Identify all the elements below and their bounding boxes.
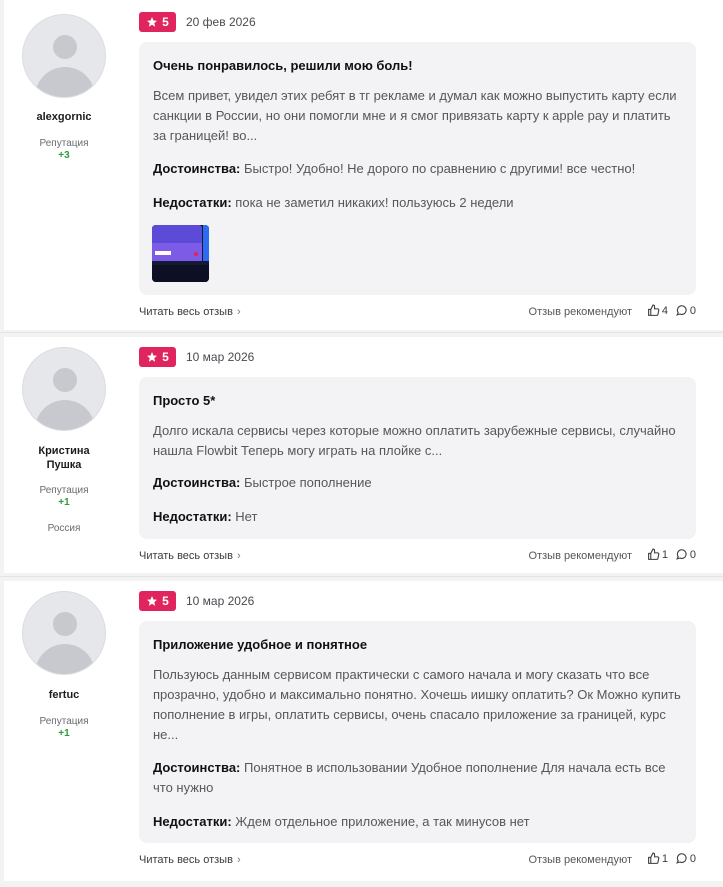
pros-label: Достоинства: <box>153 760 241 775</box>
divider <box>0 576 723 577</box>
cons-label: Недостатки: <box>153 814 232 829</box>
recommend-label: Отзыв рекомендуют <box>528 854 632 866</box>
review-title[interactable]: Очень понравилось, решили мою боль! <box>153 58 413 73</box>
rating-value: 5 <box>162 15 169 29</box>
pros-label: Достоинства: <box>153 475 241 490</box>
review-footer: Читать весь отзыв › Отзыв рекомендуют 1 0 <box>139 852 696 870</box>
review-cons: Недостатки: Ждем отдельное приложение, а… <box>153 812 683 832</box>
comment-icon <box>675 853 687 864</box>
review-footer: Читать весь отзыв › Отзыв рекомендуют 4 0 <box>139 304 696 322</box>
cons-label: Недостатки: <box>153 195 232 210</box>
like-count: 4 <box>661 304 668 317</box>
cons-text: Нет <box>235 509 258 524</box>
recommend-label: Отзыв рекомендуют <box>528 306 632 318</box>
thumbs-up-icon <box>647 304 660 316</box>
review-body: Очень понравилось, решили мою боль! Всем… <box>139 42 696 295</box>
reputation-label: Репутация <box>39 138 89 149</box>
comment-icon <box>675 549 687 560</box>
review-pros: Достоинства: Быстрое пополнение <box>153 473 683 493</box>
comment-count: 0 <box>689 548 696 561</box>
pros-text: Быстрое пополнение <box>244 475 372 490</box>
review-pros: Достоинства: Понятное в использовании Уд… <box>153 758 683 798</box>
comment-count: 0 <box>689 304 696 317</box>
photo-preview <box>152 225 209 282</box>
avatar[interactable] <box>22 347 106 431</box>
rating-value: 5 <box>162 594 169 608</box>
thumbs-up-icon <box>647 548 660 560</box>
author-name[interactable]: fertuc <box>4 688 124 702</box>
review-text: Пользуюсь данным сервисом практически с … <box>153 667 681 742</box>
comment-button[interactable]: 0 <box>675 852 696 865</box>
cons-text: пока не заметил никаких! пользуюсь 2 нед… <box>235 195 514 210</box>
rating-badge: 5 <box>139 347 176 367</box>
review-card: Кристина Пушка Репутация +1 Россия 5 10 … <box>4 337 723 573</box>
reputation-value: +3 <box>58 150 70 161</box>
rating-value: 5 <box>162 350 169 364</box>
review-date: 10 мар 2026 <box>186 594 255 608</box>
read-more-link[interactable]: Читать весь отзыв › <box>139 550 241 562</box>
author-name[interactable]: alexgornic <box>4 110 124 124</box>
like-button[interactable]: 1 <box>647 852 668 865</box>
like-count: 1 <box>661 548 668 561</box>
like-count: 1 <box>661 852 668 865</box>
review-pros: Достоинства: Быстро! Удобно! Не дорого п… <box>153 159 683 179</box>
review-body: Просто 5* Долго искала сервисы через кот… <box>139 377 696 539</box>
star-icon <box>147 596 158 606</box>
star-icon <box>147 352 158 362</box>
reputation-label: Репутация <box>39 716 89 727</box>
review-cons: Недостатки: пока не заметил никаких! пол… <box>153 193 683 213</box>
rating-badge: 5 <box>139 12 176 32</box>
star-icon <box>147 17 158 27</box>
divider <box>0 332 723 333</box>
review-title[interactable]: Приложение удобное и понятное <box>153 637 367 652</box>
review-footer: Читать весь отзыв › Отзыв рекомендуют 1 0 <box>139 548 696 566</box>
cons-text: Ждем отдельное приложение, а так минусов… <box>235 814 530 829</box>
comment-button[interactable]: 0 <box>675 304 696 317</box>
review-text: Всем привет, увидел этих ребят в тг рекл… <box>153 88 677 143</box>
read-more-link[interactable]: Читать весь отзыв › <box>139 854 241 866</box>
thumbs-up-icon <box>647 852 660 864</box>
comment-button[interactable]: 0 <box>675 548 696 561</box>
review-title[interactable]: Просто 5* <box>153 393 215 408</box>
avatar[interactable] <box>22 591 106 675</box>
reputation-label: Репутация <box>39 485 89 496</box>
review-cons: Недостатки: Нет <box>153 507 683 527</box>
comment-icon <box>675 305 687 316</box>
review-card: alexgornic Репутация +3 5 20 фев 2026 Оч… <box>4 0 723 330</box>
read-more-link[interactable]: Читать весь отзыв › <box>139 306 241 318</box>
review-text: Долго искала сервисы через которые можно… <box>153 423 676 458</box>
chevron-right-icon: › <box>236 306 241 318</box>
chevron-right-icon: › <box>236 854 241 866</box>
pros-text: Быстро! Удобно! Не дорого по сравнению с… <box>244 161 636 176</box>
reputation-value: +1 <box>58 728 70 739</box>
review-card: fertuc Репутация +1 5 10 мар 2026 Прилож… <box>4 581 723 881</box>
cons-label: Недостатки: <box>153 509 232 524</box>
chevron-right-icon: › <box>236 550 241 562</box>
read-more-label: Читать весь отзыв <box>139 306 233 318</box>
review-photo-thumbnail[interactable] <box>152 225 209 282</box>
like-button[interactable]: 1 <box>647 548 668 561</box>
like-button[interactable]: 4 <box>647 304 668 317</box>
reputation-value: +1 <box>58 497 70 508</box>
read-more-label: Читать весь отзыв <box>139 550 233 562</box>
pros-label: Достоинства: <box>153 161 241 176</box>
recommend-label: Отзыв рекомендуют <box>528 550 632 562</box>
review-date: 10 мар 2026 <box>186 350 255 364</box>
read-more-label: Читать весь отзыв <box>139 854 233 866</box>
author-country: Россия <box>47 523 81 534</box>
review-body: Приложение удобное и понятное Пользуюсь … <box>139 621 696 843</box>
review-date: 20 фев 2026 <box>186 15 256 29</box>
author-name[interactable]: Кристина Пушка <box>4 444 124 472</box>
rating-badge: 5 <box>139 591 176 611</box>
comment-count: 0 <box>689 852 696 865</box>
avatar[interactable] <box>22 14 106 98</box>
